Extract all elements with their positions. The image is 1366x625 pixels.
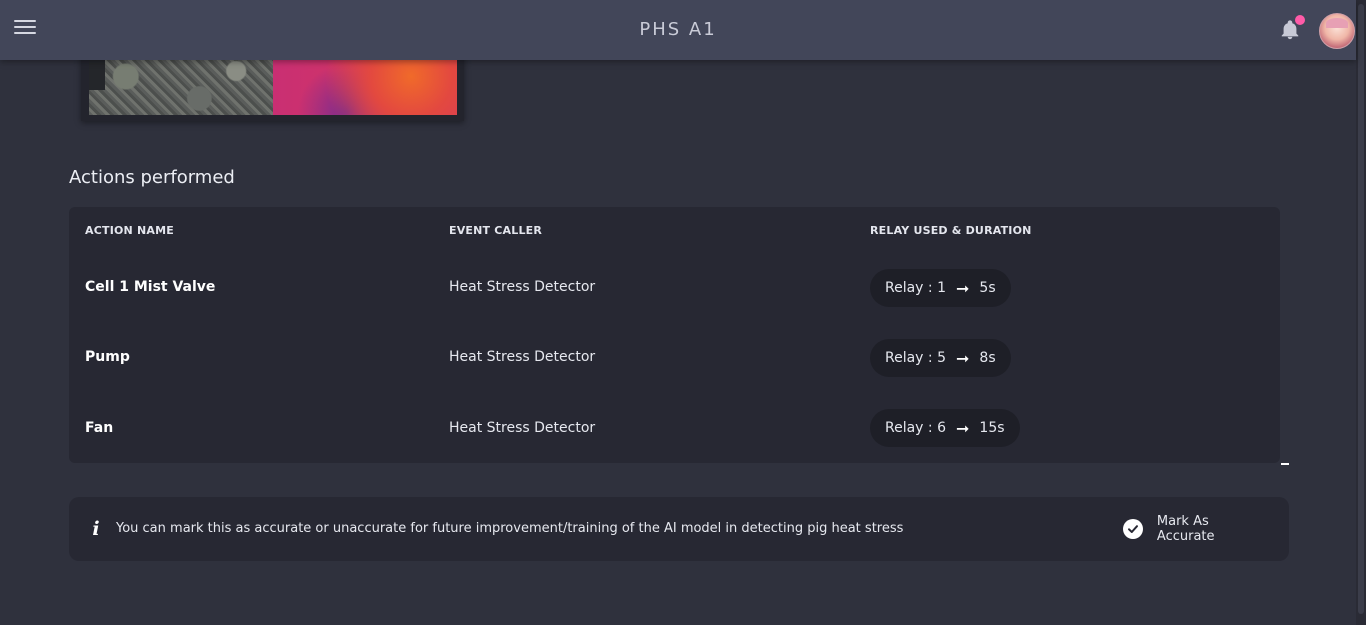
arrow-right-icon: ➞: [956, 418, 970, 438]
actions-table: [69, 207, 1280, 463]
table-row-action-name: Cell 1 Mist Valve: [85, 279, 216, 295]
top-app-bar: PHS A1: [0, 0, 1356, 60]
table-row-event-caller: Heat Stress Detector: [449, 420, 596, 436]
relay-duration: 8s: [979, 350, 996, 366]
arrow-right-icon: ➞: [956, 278, 970, 298]
camera-image[interactable]: [89, 60, 273, 115]
check-circle-icon: [1123, 519, 1143, 539]
column-header-event-caller: EVENT CALLER: [449, 224, 543, 237]
scrollbar-thumb[interactable]: [1358, 4, 1364, 614]
page-title: PHS A1: [639, 19, 717, 40]
relay-label: Relay : 1: [885, 280, 946, 296]
notification-badge: [1295, 15, 1305, 25]
column-header-action-name: ACTION NAME: [85, 224, 174, 237]
section-title-actions: Actions performed: [69, 167, 235, 188]
info-text: You can mark this as accurate or unaccur…: [116, 521, 904, 536]
table-row-action-name: Fan: [85, 420, 114, 436]
avatar[interactable]: [1319, 13, 1355, 49]
relay-label: Relay : 5: [885, 350, 946, 366]
table-row-event-caller: Heat Stress Detector: [449, 279, 596, 295]
relay-chip: Relay : 6 ➞ 15s: [870, 409, 1020, 447]
table-row-event-caller: Heat Stress Detector: [449, 349, 596, 365]
relay-duration: 5s: [979, 280, 996, 296]
arrow-right-icon: ➞: [956, 348, 970, 368]
mark-as-accurate-button[interactable]: Mark As Accurate: [1120, 514, 1270, 544]
thermal-image[interactable]: [273, 60, 457, 115]
relay-label: Relay : 6: [885, 420, 946, 436]
info-icon: i: [92, 518, 100, 540]
relay-duration: 15s: [979, 420, 1005, 436]
relay-chip: Relay : 1 ➞ 5s: [870, 269, 1011, 307]
bell-icon[interactable]: [1279, 15, 1305, 41]
table-row-action-name: Pump: [85, 349, 130, 365]
divider: [1281, 463, 1289, 465]
column-header-relay-duration: RELAY USED & DURATION: [870, 224, 1032, 237]
relay-chip: Relay : 5 ➞ 8s: [870, 339, 1011, 377]
mark-as-accurate-label: Mark As Accurate: [1156, 514, 1215, 544]
